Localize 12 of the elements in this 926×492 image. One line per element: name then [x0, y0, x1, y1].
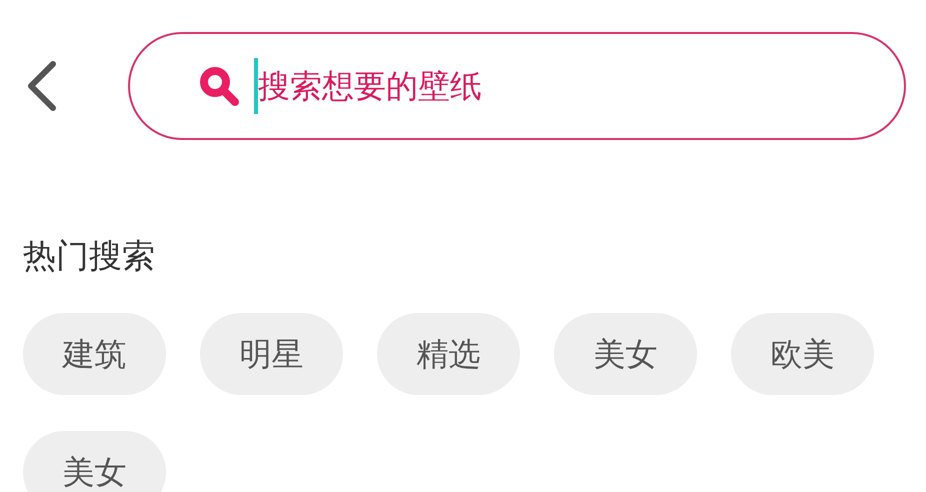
tag-chip[interactable]: 欧美 [731, 313, 874, 395]
text-cursor [254, 58, 258, 114]
tag-chip[interactable]: 美女 [23, 431, 166, 492]
search-icon [198, 65, 240, 107]
back-icon [25, 60, 59, 112]
tag-chip[interactable]: 精选 [377, 313, 520, 395]
section-title: 热门搜索 [23, 235, 156, 277]
tag-chip[interactable]: 明星 [200, 313, 343, 395]
tag-chip[interactable]: 建筑 [23, 313, 166, 395]
search-field[interactable]: 搜索想要的壁纸 [128, 32, 906, 140]
tag-chip[interactable]: 美女 [554, 313, 697, 395]
search-input[interactable]: 搜索想要的壁纸 [258, 62, 874, 110]
